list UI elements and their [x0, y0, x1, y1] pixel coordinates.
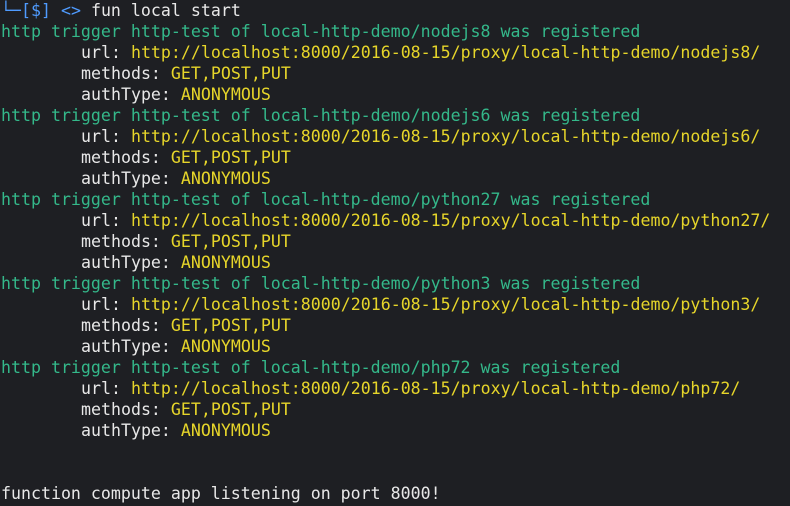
- command-text: fun local start: [90, 1, 241, 20]
- auth-label: authType:: [81, 337, 181, 356]
- trigger-message: http trigger http-test of local-http-dem…: [1, 106, 641, 125]
- trigger-methods-line: methods: GET,POST,PUT: [81, 231, 291, 252]
- methods-label: methods:: [81, 64, 171, 83]
- methods-value: GET,POST,PUT: [170, 64, 291, 83]
- trigger-message: http trigger http-test of local-http-dem…: [1, 274, 641, 293]
- auth-label: authType:: [81, 421, 181, 440]
- trigger-url-line: url: http://localhost:8000/2016-08-15/pr…: [81, 378, 740, 399]
- methods-value: GET,POST,PUT: [170, 400, 291, 419]
- auth-value: ANONYMOUS: [180, 337, 271, 356]
- url-label: url:: [81, 379, 131, 398]
- trigger-url-line: url: http://localhost:8000/2016-08-15/pr…: [81, 210, 770, 231]
- auth-value: ANONYMOUS: [180, 85, 271, 104]
- auth-value: ANONYMOUS: [180, 421, 271, 440]
- url-label: url:: [81, 211, 131, 230]
- methods-label: methods:: [81, 148, 171, 167]
- trigger-methods-line: methods: GET,POST,PUT: [81, 315, 291, 336]
- auth-value: ANONYMOUS: [180, 169, 271, 188]
- prompt-arrow: <>: [60, 1, 81, 20]
- trigger-url-line: url: http://localhost:8000/2016-08-15/pr…: [81, 42, 760, 63]
- auth-label: authType:: [81, 253, 181, 272]
- methods-label: methods:: [81, 316, 171, 335]
- url-value: http://localhost:8000/2016-08-15/proxy/l…: [130, 127, 761, 146]
- url-value: http://localhost:8000/2016-08-15/proxy/l…: [130, 379, 741, 398]
- terminal-window[interactable]: └─[$] <> fun local start http trigger ht…: [0, 0, 790, 506]
- auth-label: authType:: [81, 169, 181, 188]
- trigger-message: http trigger http-test of local-http-dem…: [1, 190, 651, 209]
- trigger-methods-line: methods: GET,POST,PUT: [81, 63, 291, 84]
- url-label: url:: [81, 43, 131, 62]
- methods-value: GET,POST,PUT: [170, 316, 291, 335]
- url-label: url:: [81, 127, 131, 146]
- url-value: http://localhost:8000/2016-08-15/proxy/l…: [130, 43, 761, 62]
- trigger-methods-line: methods: GET,POST,PUT: [81, 399, 291, 420]
- url-label: url:: [81, 295, 131, 314]
- trigger-auth-line: authType: ANONYMOUS: [81, 336, 271, 357]
- prompt-corner: └─: [1, 1, 21, 20]
- trigger-auth-line: authType: ANONYMOUS: [81, 168, 271, 189]
- trigger-message: http trigger http-test of local-http-dem…: [1, 358, 621, 377]
- trigger-auth-line: authType: ANONYMOUS: [81, 252, 271, 273]
- url-value: http://localhost:8000/2016-08-15/proxy/l…: [130, 295, 761, 314]
- trigger-url-line: url: http://localhost:8000/2016-08-15/pr…: [81, 126, 760, 147]
- prompt-symbol: [$]: [20, 1, 51, 20]
- methods-label: methods:: [81, 400, 171, 419]
- trigger-auth-line: authType: ANONYMOUS: [81, 84, 271, 105]
- methods-value: GET,POST,PUT: [170, 148, 291, 167]
- trigger-auth-line: authType: ANONYMOUS: [81, 420, 271, 441]
- auth-value: ANONYMOUS: [180, 253, 271, 272]
- methods-label: methods:: [81, 232, 171, 251]
- auth-label: authType:: [81, 85, 181, 104]
- url-value: http://localhost:8000/2016-08-15/proxy/l…: [130, 211, 771, 230]
- listening-message: function compute app listening on port 8…: [1, 484, 441, 503]
- prompt-line: └─[$] <> fun local start: [1, 0, 241, 21]
- trigger-methods-line: methods: GET,POST,PUT: [81, 147, 291, 168]
- methods-value: GET,POST,PUT: [170, 232, 291, 251]
- trigger-url-line: url: http://localhost:8000/2016-08-15/pr…: [81, 294, 760, 315]
- trigger-message: http trigger http-test of local-http-dem…: [1, 22, 641, 41]
